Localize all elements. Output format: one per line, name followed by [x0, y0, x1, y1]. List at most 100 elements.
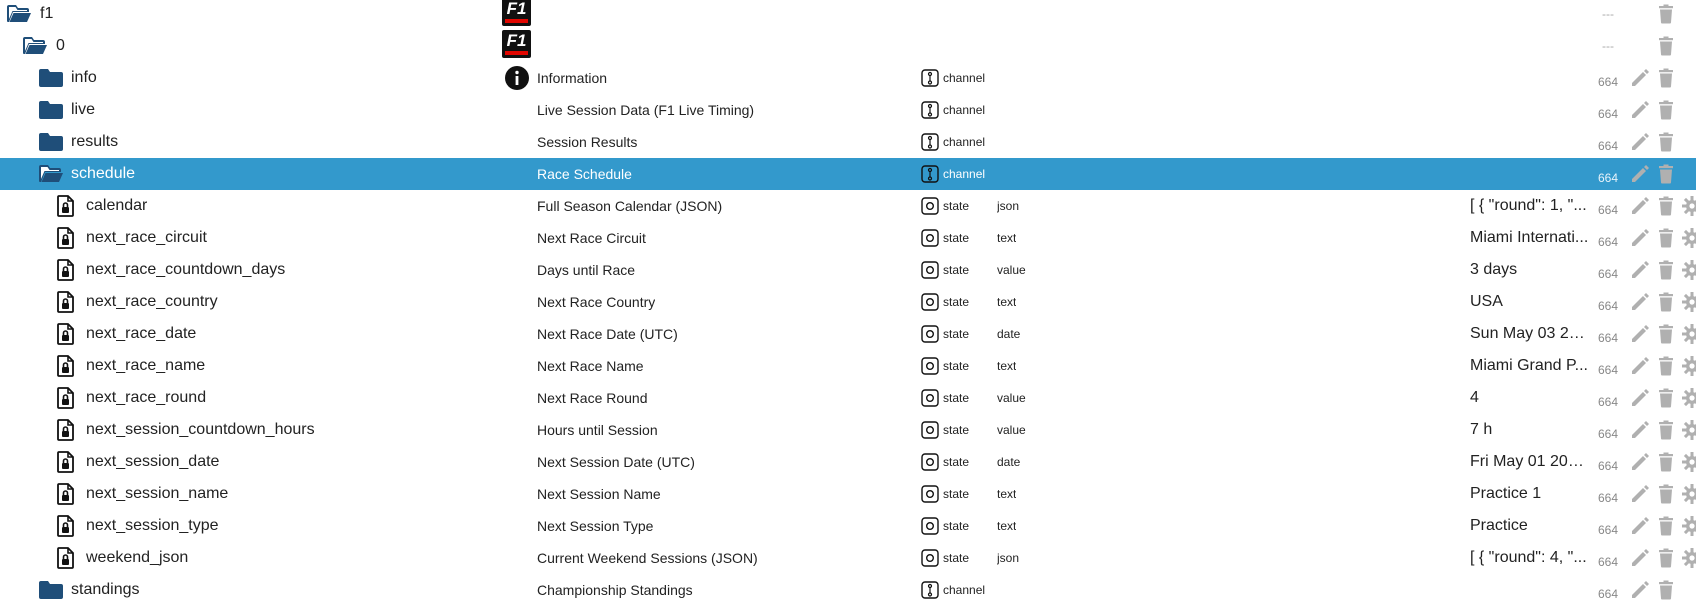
- tree-row-weekend-json[interactable]: weekend_json Current Weekend Sessions (JS…: [0, 542, 1696, 574]
- tree-row-next-race-name[interactable]: next_race_name Next Race Name state text Mia…: [0, 350, 1696, 382]
- delete-trash-icon[interactable]: [1655, 323, 1677, 345]
- object-id[interactable]: calendar: [86, 190, 147, 222]
- edit-pencil-icon[interactable]: [1629, 195, 1651, 217]
- edit-pencil-icon[interactable]: [1629, 355, 1651, 377]
- object-id[interactable]: next_session_name: [86, 478, 228, 510]
- state-file-icon[interactable]: [57, 387, 75, 409]
- settings-gear-icon[interactable]: [1681, 323, 1696, 345]
- object-id[interactable]: weekend_json: [86, 542, 188, 574]
- object-id[interactable]: schedule: [71, 158, 135, 190]
- delete-trash-icon[interactable]: [1655, 483, 1677, 505]
- object-id[interactable]: f1: [40, 0, 53, 30]
- object-value[interactable]: 3 days: [1470, 254, 1590, 286]
- tree-row-next-session-name[interactable]: next_session_name Next Session Name state t…: [0, 478, 1696, 510]
- settings-gear-icon[interactable]: [1681, 227, 1696, 249]
- delete-trash-icon[interactable]: [1655, 419, 1677, 441]
- object-value[interactable]: 7 h: [1470, 414, 1590, 446]
- edit-pencil-icon[interactable]: [1629, 163, 1651, 185]
- object-id[interactable]: 0: [56, 30, 65, 62]
- delete-trash-icon[interactable]: [1655, 515, 1677, 537]
- edit-pencil-icon[interactable]: [1629, 451, 1651, 473]
- tree-row-next-session-type[interactable]: next_session_type Next Session Type state t…: [0, 510, 1696, 542]
- tree-row-next-race-countdown-days[interactable]: next_race_countdown_days Days until Race s…: [0, 254, 1696, 286]
- tree-row-next-race-country[interactable]: next_race_country Next Race Country state t…: [0, 286, 1696, 318]
- tree-row-info[interactable]: info Information channel 664: [0, 62, 1696, 94]
- state-file-icon[interactable]: [57, 355, 75, 377]
- tree-row-f1[interactable]: f1 F1 ---: [0, 0, 1696, 30]
- state-file-icon[interactable]: [57, 483, 75, 505]
- settings-gear-icon[interactable]: [1681, 515, 1696, 537]
- state-file-icon[interactable]: [57, 291, 75, 313]
- edit-pencil-icon[interactable]: [1629, 387, 1651, 409]
- object-id[interactable]: next_session_countdown_hours: [86, 414, 315, 446]
- delete-trash-icon[interactable]: [1655, 131, 1677, 153]
- settings-gear-icon[interactable]: [1681, 547, 1696, 569]
- settings-gear-icon[interactable]: [1681, 451, 1696, 473]
- folder-open-icon[interactable]: [22, 36, 48, 56]
- object-value[interactable]: Practice 1: [1470, 478, 1590, 510]
- folder-icon[interactable]: [38, 68, 64, 88]
- object-id[interactable]: next_race_name: [86, 350, 205, 382]
- edit-pencil-icon[interactable]: [1629, 291, 1651, 313]
- settings-gear-icon[interactable]: [1681, 419, 1696, 441]
- delete-trash-icon[interactable]: [1655, 3, 1677, 25]
- edit-pencil-icon[interactable]: [1629, 579, 1651, 601]
- state-file-icon[interactable]: [57, 419, 75, 441]
- settings-gear-icon[interactable]: [1681, 291, 1696, 313]
- delete-trash-icon[interactable]: [1655, 227, 1677, 249]
- tree-row-0[interactable]: 0 F1 ---: [0, 30, 1696, 62]
- folder-icon[interactable]: [38, 132, 64, 152]
- object-id[interactable]: live: [71, 94, 95, 126]
- edit-pencil-icon[interactable]: [1629, 227, 1651, 249]
- edit-pencil-icon[interactable]: [1629, 323, 1651, 345]
- settings-gear-icon[interactable]: [1681, 195, 1696, 217]
- tree-row-schedule[interactable]: schedule Race Schedule channel 664: [0, 158, 1696, 190]
- tree-row-next-race-round[interactable]: next_race_round Next Race Round state value…: [0, 382, 1696, 414]
- delete-trash-icon[interactable]: [1655, 163, 1677, 185]
- settings-gear-icon[interactable]: [1681, 387, 1696, 409]
- delete-trash-icon[interactable]: [1655, 259, 1677, 281]
- state-file-icon[interactable]: [57, 195, 75, 217]
- delete-trash-icon[interactable]: [1655, 579, 1677, 601]
- settings-gear-icon[interactable]: [1681, 483, 1696, 505]
- settings-gear-icon[interactable]: [1681, 355, 1696, 377]
- object-value[interactable]: Miami Internati...: [1470, 222, 1590, 254]
- delete-trash-icon[interactable]: [1655, 99, 1677, 121]
- edit-pencil-icon[interactable]: [1629, 547, 1651, 569]
- folder-icon[interactable]: [38, 580, 64, 600]
- folder-icon[interactable]: [38, 100, 64, 120]
- object-value[interactable]: [ { "round": 1, "...: [1470, 190, 1590, 222]
- object-value[interactable]: USA: [1470, 286, 1590, 318]
- tree-row-next-session-date[interactable]: next_session_date Next Session Date (UTC)…: [0, 446, 1696, 478]
- tree-row-standings[interactable]: standings Championship Standings channel 66…: [0, 574, 1696, 606]
- edit-pencil-icon[interactable]: [1629, 99, 1651, 121]
- object-value[interactable]: Fri May 01 202...: [1470, 446, 1590, 478]
- tree-row-calendar[interactable]: calendar Full Season Calendar (JSON) state…: [0, 190, 1696, 222]
- state-file-icon[interactable]: [57, 547, 75, 569]
- object-value[interactable]: [ { "round": 4, "...: [1470, 542, 1590, 574]
- edit-pencil-icon[interactable]: [1629, 483, 1651, 505]
- object-id[interactable]: next_session_date: [86, 446, 219, 478]
- object-id[interactable]: standings: [71, 574, 140, 606]
- tree-row-next-race-date[interactable]: next_race_date Next Race Date (UTC) state d…: [0, 318, 1696, 350]
- delete-trash-icon[interactable]: [1655, 67, 1677, 89]
- state-file-icon[interactable]: [57, 515, 75, 537]
- object-value[interactable]: Practice: [1470, 510, 1590, 542]
- tree-row-live[interactable]: live Live Session Data (F1 Live Timing) ch…: [0, 94, 1696, 126]
- state-file-icon[interactable]: [57, 227, 75, 249]
- object-id[interactable]: next_race_country: [86, 286, 218, 318]
- object-id[interactable]: results: [71, 126, 118, 158]
- folder-open-icon[interactable]: [6, 4, 32, 24]
- tree-row-next-session-countdown-hours[interactable]: next_session_countdown_hours Hours until …: [0, 414, 1696, 446]
- object-value[interactable]: Sun May 03 20...: [1470, 318, 1590, 350]
- edit-pencil-icon[interactable]: [1629, 259, 1651, 281]
- delete-trash-icon[interactable]: [1655, 35, 1677, 57]
- delete-trash-icon[interactable]: [1655, 387, 1677, 409]
- edit-pencil-icon[interactable]: [1629, 419, 1651, 441]
- object-id[interactable]: next_race_countdown_days: [86, 254, 285, 286]
- delete-trash-icon[interactable]: [1655, 451, 1677, 473]
- state-file-icon[interactable]: [57, 451, 75, 473]
- state-file-icon[interactable]: [57, 323, 75, 345]
- edit-pencil-icon[interactable]: [1629, 131, 1651, 153]
- delete-trash-icon[interactable]: [1655, 291, 1677, 313]
